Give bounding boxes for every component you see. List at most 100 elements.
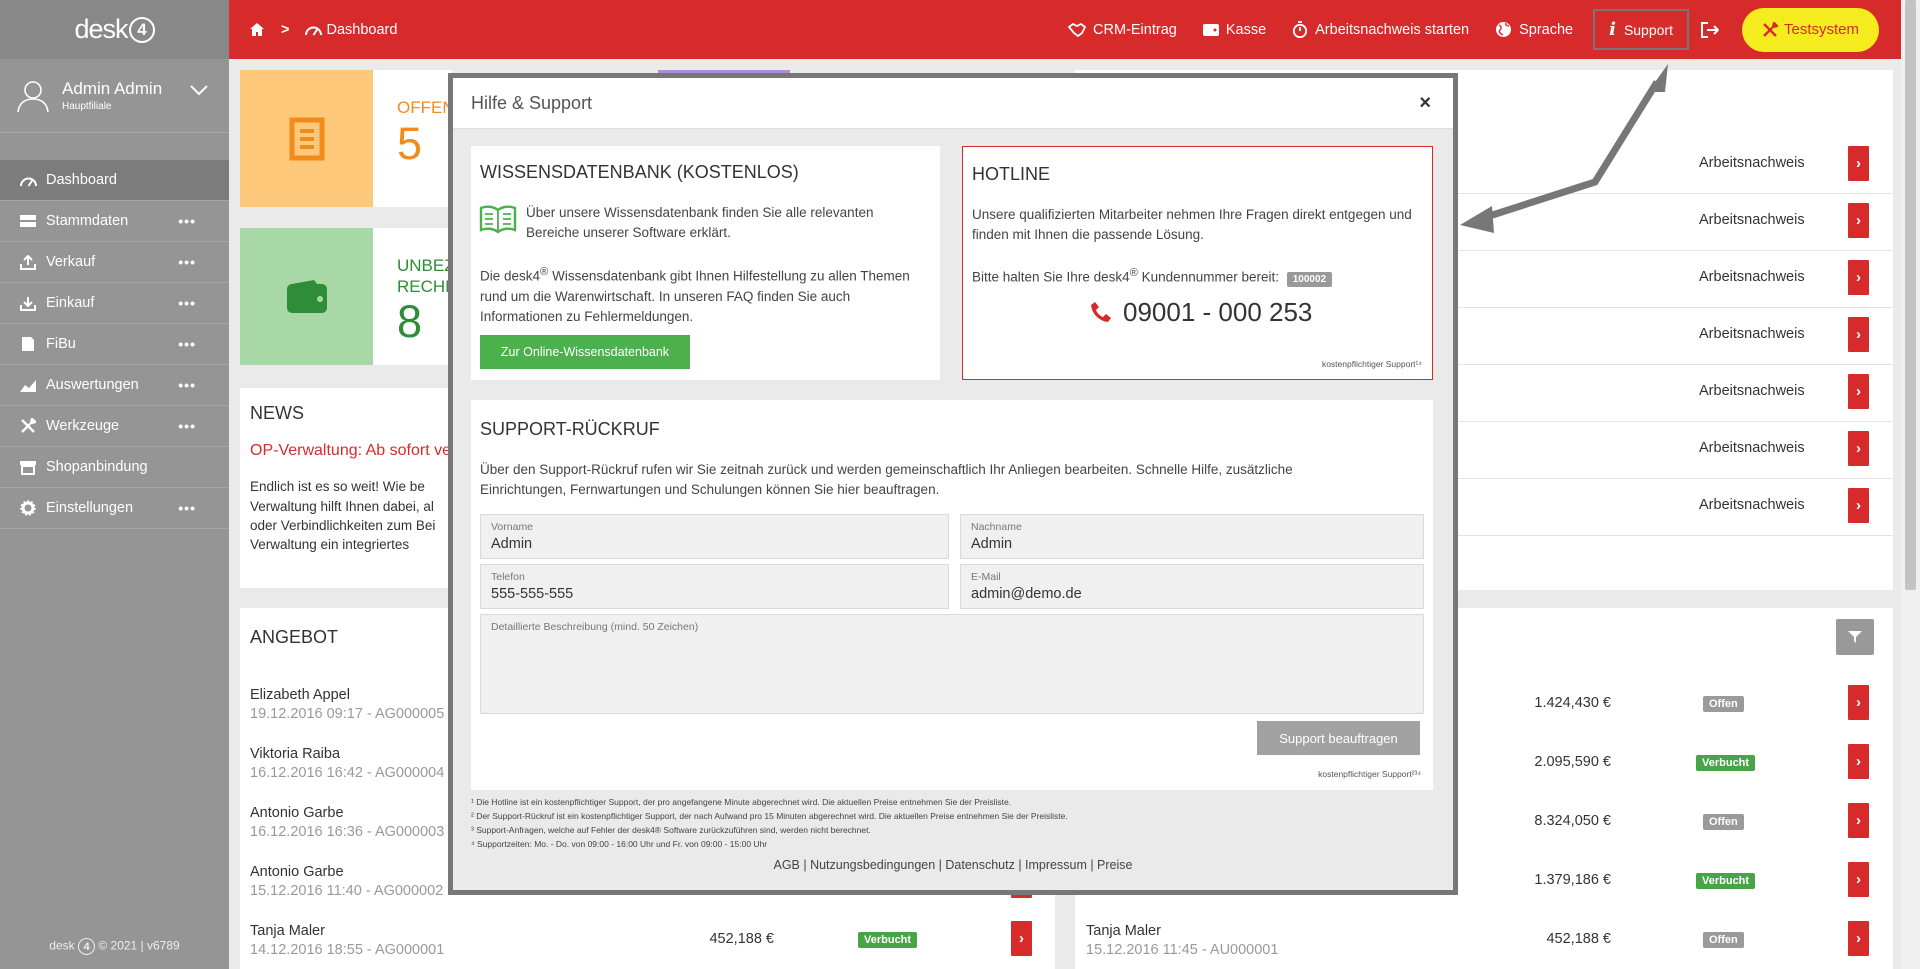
first-name-field[interactable]: Vorname Admin	[480, 514, 949, 559]
row-arbeitsnachweis[interactable]: Arbeitsnachweis	[1699, 383, 1805, 399]
row-open-button[interactable]: ›	[1011, 921, 1032, 956]
logout-button[interactable]	[1700, 21, 1726, 38]
row-open-button[interactable]: ›	[1848, 803, 1869, 838]
phone-field[interactable]: Telefon 555-555-555	[480, 564, 949, 609]
gauge-icon	[305, 26, 323, 36]
row-open-button[interactable]: ›	[1848, 744, 1869, 779]
breadcrumb-current[interactable]: Dashboard	[326, 22, 397, 38]
list-item-sub: 15.12.2016 11:45 - AU000001	[1086, 942, 1279, 958]
language-label: Sprache	[1519, 21, 1574, 38]
modal-header: Hilfe & Support ×	[453, 78, 1453, 129]
news-line: Verwaltung hilft Ihnen dabei, al	[250, 499, 434, 514]
list-item-sub: 16.12.2016 16:42 - AG000004	[250, 765, 445, 781]
home-icon[interactable]	[249, 22, 265, 37]
description-textarea[interactable]: Detaillierte Beschreibung (mind. 50 Zeic…	[480, 614, 1424, 714]
list-item-name[interactable]: Viktoria Raiba	[250, 746, 340, 762]
row-open-button[interactable]: ›	[1848, 374, 1869, 409]
kasse-button[interactable]: Kasse	[1202, 22, 1266, 38]
support-button[interactable]: i Support	[1593, 9, 1689, 50]
list-item-sub: 16.12.2016 16:36 - AG000003	[250, 824, 445, 840]
sidebar-item-dashboard[interactable]: Dashboard	[0, 160, 229, 201]
request-support-button[interactable]: Support beauftragen	[1257, 721, 1420, 755]
start-arbeitsnachweis-button[interactable]: Arbeitsnachweis starten	[1292, 21, 1469, 38]
knowledge-base-intro: Über unsere Wissensdatenbank finden Sie …	[526, 205, 874, 240]
sidebar-item-label: Werkzeuge	[46, 418, 120, 434]
more-icon[interactable]: •••	[178, 336, 196, 352]
list-item-name[interactable]: Elizabeth Appel	[250, 687, 350, 703]
row-arbeitsnachweis[interactable]: Arbeitsnachweis	[1699, 269, 1805, 285]
sidebar-item-einstellungen[interactable]: Einstellungen •••	[0, 488, 229, 529]
row-open-button[interactable]: ›	[1848, 317, 1869, 352]
sidebar-item-fibu[interactable]: FiBu •••	[0, 324, 229, 365]
list-item-name[interactable]: Antonio Garbe	[250, 805, 344, 821]
news-card: NEWS OP-Verwaltung: Ab sofort ve Endlich…	[240, 388, 452, 588]
testsystem-button[interactable]: Testsystem	[1741, 7, 1879, 52]
more-icon[interactable]: •••	[178, 254, 196, 270]
list-item-name[interactable]: Antonio Garbe	[250, 864, 344, 880]
news-headline[interactable]: OP-Verwaltung: Ab sofort ve	[250, 442, 451, 460]
row-open-button[interactable]: ›	[1848, 685, 1869, 720]
hotline-phone-number[interactable]: 09001 - 000 253	[1123, 297, 1312, 328]
list-item-name[interactable]: Tanja Maler	[1086, 923, 1161, 939]
stat-value: 8	[397, 296, 423, 347]
close-icon[interactable]: ×	[1419, 92, 1431, 115]
app-logo[interactable]: desk 4	[0, 0, 229, 59]
book-open-icon	[479, 205, 517, 234]
footnote: ¹ Die Hotline ist ein kostenpflichtiger …	[471, 797, 1012, 807]
row-open-button[interactable]: ›	[1848, 921, 1869, 956]
row-arbeitsnachweis[interactable]: Arbeitsnachweis	[1699, 497, 1805, 513]
more-icon[interactable]: •••	[178, 500, 196, 516]
more-icon[interactable]: •••	[178, 377, 196, 393]
field-value: Admin	[491, 536, 533, 552]
text-part: Kundennummer bereit:	[1137, 269, 1279, 285]
row-open-button[interactable]: ›	[1848, 260, 1869, 295]
sidebar-item-shopanbindung[interactable]: Shopanbindung	[0, 447, 229, 488]
breadcrumb-separator: >	[281, 21, 290, 38]
hotline-keep-number: Bitte halten Sie Ihre desk4® Kundennumme…	[972, 263, 1422, 290]
chevron-down-icon[interactable]	[189, 83, 209, 97]
user-menu[interactable]: Admin Admin Hauptfiliale	[0, 59, 229, 133]
row-arbeitsnachweis[interactable]: Arbeitsnachweis	[1699, 440, 1805, 456]
chart-icon	[19, 376, 37, 394]
filter-button[interactable]	[1836, 619, 1874, 655]
more-icon[interactable]: •••	[178, 295, 196, 311]
row-open-button[interactable]: ›	[1848, 488, 1869, 523]
knowledge-base-panel: WISSENSDATENBANK (KOSTENLOS) Über unsere…	[471, 146, 940, 380]
list-item-amount: 452,188 €	[709, 931, 774, 947]
sidebar-item-auswertungen[interactable]: Auswertungen •••	[0, 365, 229, 406]
sidebar-item-stammdaten[interactable]: Stammdaten •••	[0, 201, 229, 242]
sidebar-item-label: Dashboard	[46, 172, 117, 188]
more-icon[interactable]: •••	[178, 418, 196, 434]
field-label: Vorname	[491, 521, 534, 533]
field-label: Nachname	[971, 521, 1022, 533]
row-open-button[interactable]: ›	[1848, 862, 1869, 897]
callback-panel: SUPPORT-RÜCKRUF Über den Support-Rückruf…	[471, 400, 1433, 790]
arbeitsnachweis-label: Arbeitsnachweis starten	[1315, 21, 1470, 38]
row-open-button[interactable]: ›	[1848, 431, 1869, 466]
tools-icon	[19, 417, 37, 435]
page-scrollbar[interactable]	[1901, 0, 1920, 969]
hotline-text: Unsere qualifizierten Mitarbeiter nehmen…	[972, 207, 1412, 242]
last-name-field[interactable]: Nachname Admin	[960, 514, 1424, 559]
row-open-button[interactable]: ›	[1848, 146, 1869, 181]
gear-icon	[19, 499, 37, 517]
sidebar-item-verkauf[interactable]: Verkauf •••	[0, 242, 229, 283]
user-name: Admin Admin	[62, 79, 163, 98]
more-icon[interactable]: •••	[178, 213, 196, 229]
stat-tile-offen[interactable]: OFFEN 5	[240, 70, 455, 207]
email-field[interactable]: E-Mail admin@demo.de	[960, 564, 1424, 609]
scrollbar-thumb[interactable]	[1905, 0, 1916, 590]
support-label: Support	[1623, 21, 1673, 38]
sidebar-item-einkauf[interactable]: Einkauf •••	[0, 283, 229, 324]
language-button[interactable]: Sprache	[1495, 21, 1573, 38]
crm-entry-button[interactable]: CRM-Eintrag	[1068, 22, 1177, 38]
sidebar-item-werkzeuge[interactable]: Werkzeuge •••	[0, 406, 229, 447]
row-arbeitsnachweis[interactable]: Arbeitsnachweis	[1699, 155, 1805, 171]
stat-tile-unbezahlt[interactable]: UNBEZ RECHN 8	[240, 228, 457, 365]
list-item-name[interactable]: Tanja Maler	[250, 923, 325, 939]
row-arbeitsnachweis[interactable]: Arbeitsnachweis	[1699, 326, 1805, 342]
row-arbeitsnachweis[interactable]: Arbeitsnachweis	[1699, 212, 1805, 228]
legal-links[interactable]: AGB | Nutzungsbedingungen | Datenschutz …	[453, 858, 1453, 872]
knowledge-base-button[interactable]: Zur Online-Wissensdatenbank	[480, 335, 690, 369]
row-open-button[interactable]: ›	[1848, 203, 1869, 238]
